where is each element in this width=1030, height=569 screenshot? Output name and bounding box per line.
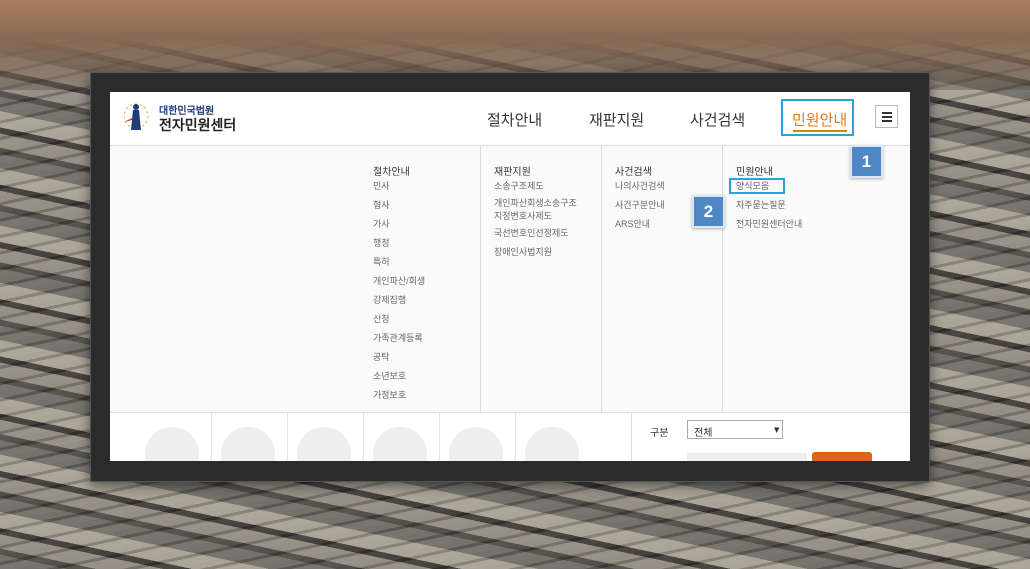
nav-procedure[interactable]: 절차안내 (487, 109, 542, 130)
quick-link-cell[interactable] (363, 413, 440, 461)
category-select[interactable]: 전체 (687, 420, 783, 439)
menu-link[interactable]: 국선변호인선정제도 (494, 227, 569, 239)
menu-link[interactable]: 민사 (373, 180, 390, 192)
callout-step-2: 2 (692, 195, 725, 228)
menu-link[interactable]: 장애인사법지원 (494, 246, 552, 258)
search-button[interactable] (812, 452, 872, 461)
quick-links-bar: 구분 전체 ▼ (110, 413, 910, 461)
menu-link[interactable]: 소송구조제도 (494, 180, 544, 192)
hamburger-menu-button[interactable] (875, 105, 898, 128)
filter-label: 구분 (650, 428, 669, 439)
nav-case-search[interactable]: 사건검색 (690, 109, 745, 130)
menu-col-civil-title[interactable]: 민원안내 (736, 163, 773, 178)
callout-step-1: 1 (850, 145, 883, 178)
highlight-box-forms (729, 178, 785, 194)
menu-divider (722, 146, 723, 412)
chevron-down-icon: ▼ (774, 426, 780, 434)
menu-link[interactable]: 지정변호사제도 (494, 210, 552, 222)
court-logo-icon (123, 103, 149, 130)
upload-icon (297, 427, 351, 461)
quick-link-cell[interactable] (287, 413, 364, 461)
payment-icon (525, 427, 579, 461)
quick-link-cell[interactable] (439, 413, 516, 461)
menu-link[interactable]: 사건구분안내 (615, 199, 665, 211)
menu-link[interactable]: 가사 (373, 218, 390, 230)
menu-link[interactable]: 행정 (373, 237, 390, 249)
menu-link[interactable]: 자주묻는질문 (736, 199, 786, 211)
menu-divider (480, 146, 481, 412)
menu-link[interactable]: 공탁 (373, 351, 390, 363)
quick-link-cell[interactable] (515, 413, 591, 461)
divider (631, 413, 632, 461)
secondary-input[interactable] (687, 453, 807, 461)
menu-col-procedure-title[interactable]: 절차안내 (373, 163, 410, 178)
menu-link[interactable]: 전자민원센터안내 (736, 218, 802, 230)
quick-link-cell[interactable] (211, 413, 288, 461)
menu-link[interactable]: 특허 (373, 256, 390, 268)
menu-col-search-title[interactable]: 사건검색 (615, 163, 652, 178)
quick-link-cell[interactable] (135, 413, 212, 461)
menu-link[interactable]: 개인파산/회생 (373, 275, 425, 287)
menu-link[interactable]: 강제집행 (373, 294, 406, 306)
menu-link[interactable]: 형사 (373, 199, 390, 211)
location-icon (449, 427, 503, 461)
menu-link[interactable]: 나의사건검색 (615, 180, 665, 192)
menu-link[interactable]: 가족관계등록 (373, 332, 423, 344)
highlight-box-nav (781, 99, 854, 136)
hamburger-icon-line (882, 120, 892, 122)
hamburger-icon (882, 112, 892, 114)
menu-link[interactable]: 가정보호 (373, 389, 406, 401)
menu-link[interactable]: 신청 (373, 313, 390, 325)
logo-title[interactable]: 전자민원센터 (159, 115, 236, 135)
menu-link[interactable]: 개인파산회생소송구조 (494, 197, 577, 209)
menu-link[interactable]: ARS안내 (615, 218, 650, 230)
website-screen: 대한민국법원 전자민원센터 절차안내 재판지원 사건검색 민원안내 절차안내 민… (110, 92, 910, 461)
card-icon (373, 427, 427, 461)
menu-divider (601, 146, 602, 412)
person-icon (145, 427, 199, 461)
site-header: 대한민국법원 전자민원센터 절차안내 재판지원 사건검색 민원안내 (110, 92, 910, 146)
menu-col-trial-title[interactable]: 재판지원 (494, 163, 531, 178)
nav-trial-support[interactable]: 재판지원 (589, 109, 644, 130)
hamburger-icon-line (882, 116, 892, 118)
document-search-icon (221, 427, 275, 461)
menu-link[interactable]: 소년보호 (373, 370, 406, 382)
